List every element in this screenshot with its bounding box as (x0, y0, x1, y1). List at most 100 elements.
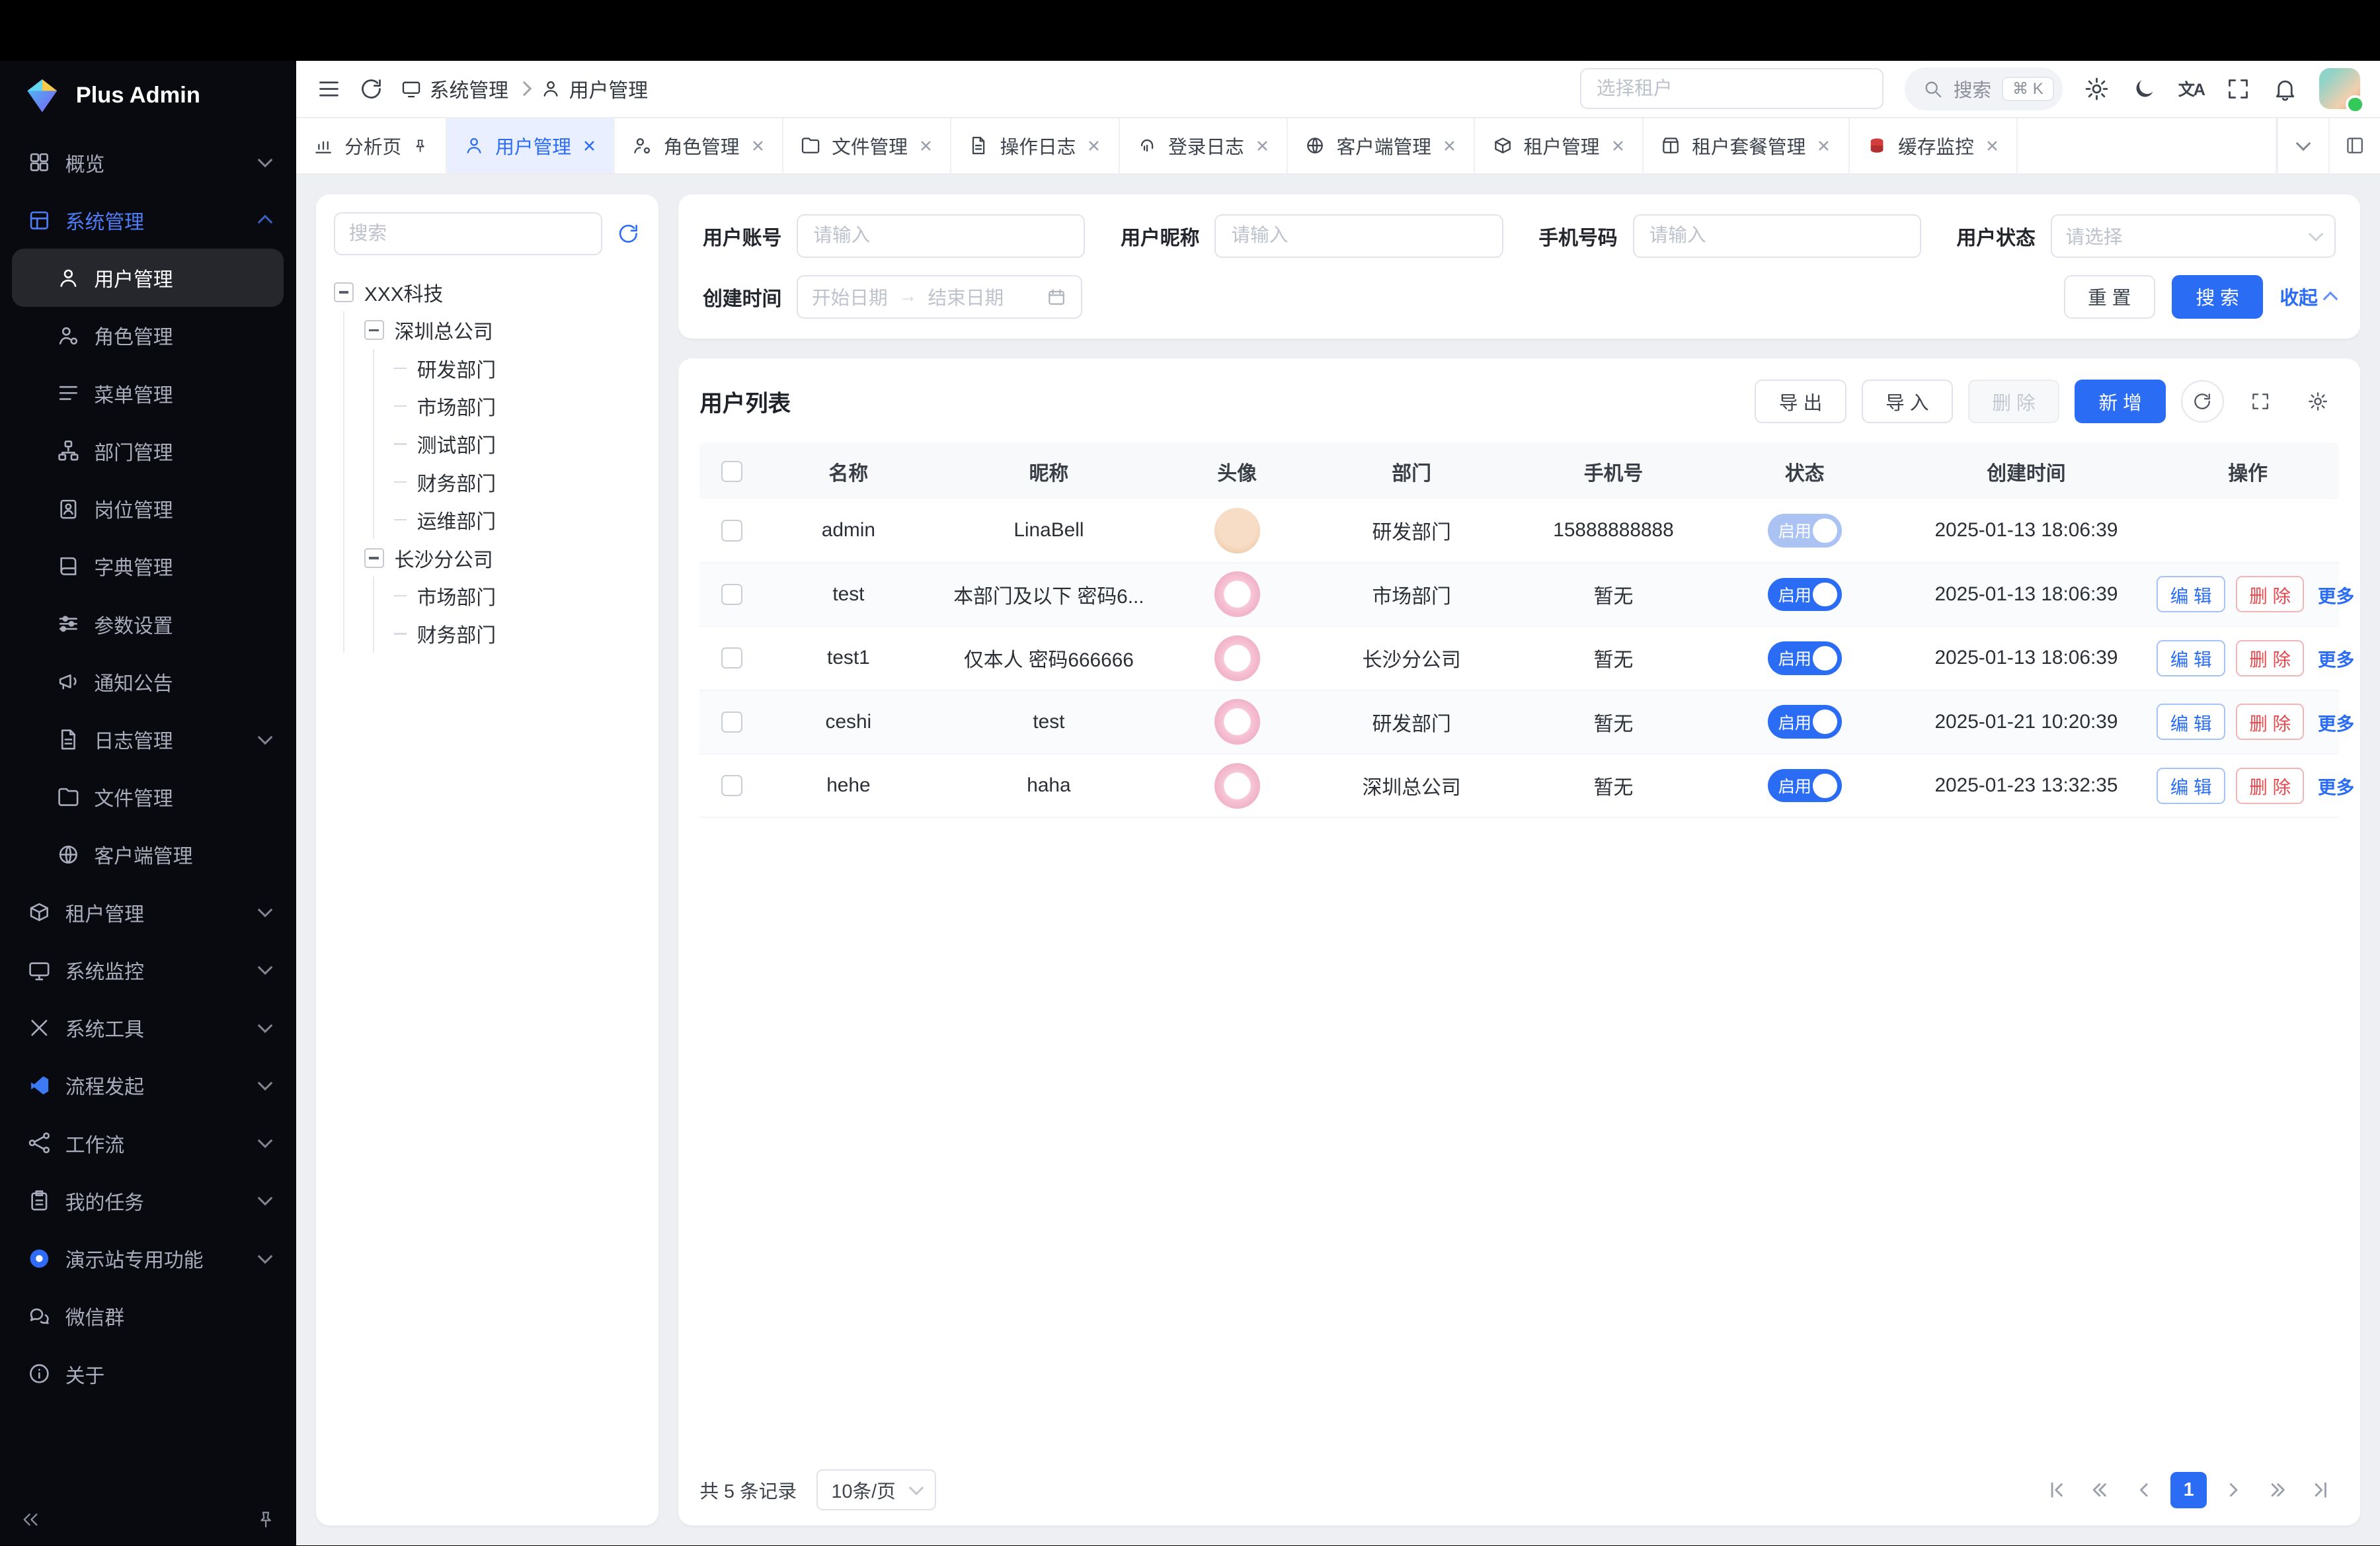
more-button[interactable]: 更多 (2315, 704, 2357, 740)
sidebar-item-departments[interactable]: 部门管理 (12, 422, 284, 479)
more-button[interactable]: 更多 (2315, 640, 2357, 676)
fullscreen-icon[interactable] (2225, 76, 2251, 102)
tree-node-leaf[interactable]: 市场部门 (394, 387, 641, 425)
sidebar-item-workflow[interactable]: 工作流 (12, 1114, 284, 1172)
tree-node-branch[interactable]: 长沙分公司 (364, 539, 641, 577)
row-checkbox[interactable] (721, 712, 742, 733)
tree-node-leaf[interactable]: 财务部门 (394, 463, 641, 501)
next-page-icon[interactable] (2215, 1472, 2251, 1508)
tree-node-root[interactable]: XXX科技 (334, 273, 641, 311)
tree-node-leaf[interactable]: 财务部门 (394, 615, 641, 653)
sidebar-item-users[interactable]: 用户管理 (12, 249, 284, 306)
tree-node-leaf[interactable]: 运维部门 (394, 501, 641, 539)
tree-collapse-icon[interactable] (334, 282, 354, 302)
sidebar-item-overview[interactable]: 概览 (12, 134, 284, 191)
tab-list-dropdown-icon[interactable] (2277, 118, 2328, 173)
nickname-input[interactable] (1214, 214, 1503, 259)
select-all-checkbox[interactable] (721, 461, 742, 482)
user-avatar[interactable] (2319, 68, 2360, 109)
close-icon[interactable] (582, 138, 597, 153)
sidebar-item-about[interactable]: 关于 (12, 1345, 284, 1403)
more-button[interactable]: 更多 (2315, 576, 2357, 612)
sidebar-item-monitoring[interactable]: 系统监控 (12, 941, 284, 998)
tab-roles[interactable]: 角色管理 (615, 118, 783, 173)
translate-icon[interactable]: 文A (2178, 77, 2204, 101)
status-select[interactable]: 请选择 (2051, 214, 2336, 259)
content-fullscreen-icon[interactable] (2328, 118, 2380, 173)
breadcrumb-users[interactable]: 用户管理 (540, 74, 648, 103)
tab-analysis[interactable]: 分析页 (296, 118, 447, 173)
first-page-icon[interactable] (2039, 1472, 2075, 1508)
close-icon[interactable] (1610, 138, 1626, 153)
refresh-icon[interactable] (358, 76, 384, 102)
close-icon[interactable] (1816, 138, 1831, 153)
tab-tenant-packages[interactable]: 租户套餐管理 (1644, 118, 1850, 173)
tree-collapse-icon[interactable] (364, 320, 384, 340)
phone-input[interactable] (1633, 214, 1921, 259)
tree-collapse-icon[interactable] (364, 548, 384, 568)
next-5-pages-icon[interactable] (2258, 1472, 2295, 1508)
pin-sidebar-icon[interactable] (255, 1509, 276, 1530)
tree-node-branch[interactable]: 深圳总公司 (364, 311, 641, 349)
global-search[interactable]: 搜索 ⌘ K (1905, 67, 2063, 110)
search-button[interactable]: 搜 索 (2172, 275, 2263, 319)
edit-button[interactable]: 编 辑 (2157, 640, 2225, 676)
account-input[interactable] (797, 214, 1085, 259)
more-button[interactable]: 更多 (2315, 768, 2357, 804)
sidebar-item-notices[interactable]: 通知公告 (12, 653, 284, 710)
tenant-select-input[interactable] (1580, 68, 1884, 109)
row-delete-button[interactable]: 删 除 (2236, 640, 2304, 676)
tab-users[interactable]: 用户管理 (447, 118, 615, 173)
sidebar-item-clients[interactable]: 客户端管理 (12, 826, 284, 883)
sidebar-item-dictionary[interactable]: 字典管理 (12, 538, 284, 595)
close-icon[interactable] (1086, 138, 1101, 153)
edit-button[interactable]: 编 辑 (2157, 768, 2225, 804)
sidebar-item-menus[interactable]: 菜单管理 (12, 364, 284, 422)
last-page-icon[interactable] (2303, 1472, 2339, 1508)
close-icon[interactable] (1255, 138, 1270, 153)
delete-button[interactable]: 删 除 (1968, 380, 2059, 424)
row-checkbox[interactable] (721, 647, 742, 669)
row-checkbox[interactable] (721, 775, 742, 796)
sidebar-item-tools[interactable]: 系统工具 (12, 999, 284, 1057)
tab-login-log[interactable]: 登录日志 (1120, 118, 1288, 173)
table-refresh-icon[interactable] (2181, 380, 2223, 423)
prev-page-icon[interactable] (2127, 1472, 2163, 1508)
edit-button[interactable]: 编 辑 (2157, 576, 2225, 612)
status-toggle[interactable]: 启用 (1768, 578, 1842, 612)
tree-node-leaf[interactable]: 研发部门 (394, 349, 641, 387)
prev-5-pages-icon[interactable] (2082, 1472, 2119, 1508)
close-icon[interactable] (918, 138, 933, 153)
dark-mode-icon[interactable] (2131, 76, 2157, 102)
hamburger-icon[interactable] (316, 76, 342, 102)
tab-files[interactable]: 文件管理 (783, 118, 951, 173)
status-toggle[interactable]: 启用 (1768, 769, 1842, 803)
bell-icon[interactable] (2272, 76, 2298, 102)
tree-node-leaf[interactable]: 市场部门 (394, 577, 641, 614)
date-range-picker[interactable]: 开始日期 → 结束日期 (797, 275, 1082, 319)
row-delete-button[interactable]: 删 除 (2236, 704, 2304, 740)
sidebar-item-system[interactable]: 系统管理 (12, 191, 284, 249)
sidebar-item-parameters[interactable]: 参数设置 (12, 595, 284, 653)
sidebar-item-tenants[interactable]: 租户管理 (12, 883, 284, 941)
tree-search-input[interactable] (334, 212, 602, 255)
sidebar-item-wechat-group[interactable]: 微信群 (12, 1287, 284, 1345)
sidebar-item-flow[interactable]: 流程发起 (12, 1057, 284, 1114)
row-delete-button[interactable]: 删 除 (2236, 576, 2304, 612)
tab-clients[interactable]: 客户端管理 (1288, 118, 1475, 173)
sidebar-item-my-tasks[interactable]: 我的任务 (12, 1172, 284, 1229)
reset-button[interactable]: 重 置 (2064, 275, 2155, 319)
gear-icon[interactable] (2084, 76, 2110, 102)
row-checkbox[interactable] (721, 584, 742, 605)
status-toggle[interactable]: 启用 (1768, 514, 1842, 548)
table-fullscreen-icon[interactable] (2239, 380, 2281, 423)
page-number[interactable]: 1 (2170, 1472, 2207, 1508)
edit-button[interactable]: 编 辑 (2157, 704, 2225, 740)
tree-node-leaf[interactable]: 测试部门 (394, 425, 641, 463)
close-icon[interactable] (1985, 138, 2000, 153)
export-button[interactable]: 导 出 (1755, 380, 1846, 424)
sidebar-item-posts[interactable]: 岗位管理 (12, 479, 284, 537)
close-icon[interactable] (1442, 138, 1457, 153)
row-checkbox[interactable] (721, 520, 742, 541)
sidebar-item-logs[interactable]: 日志管理 (12, 710, 284, 768)
